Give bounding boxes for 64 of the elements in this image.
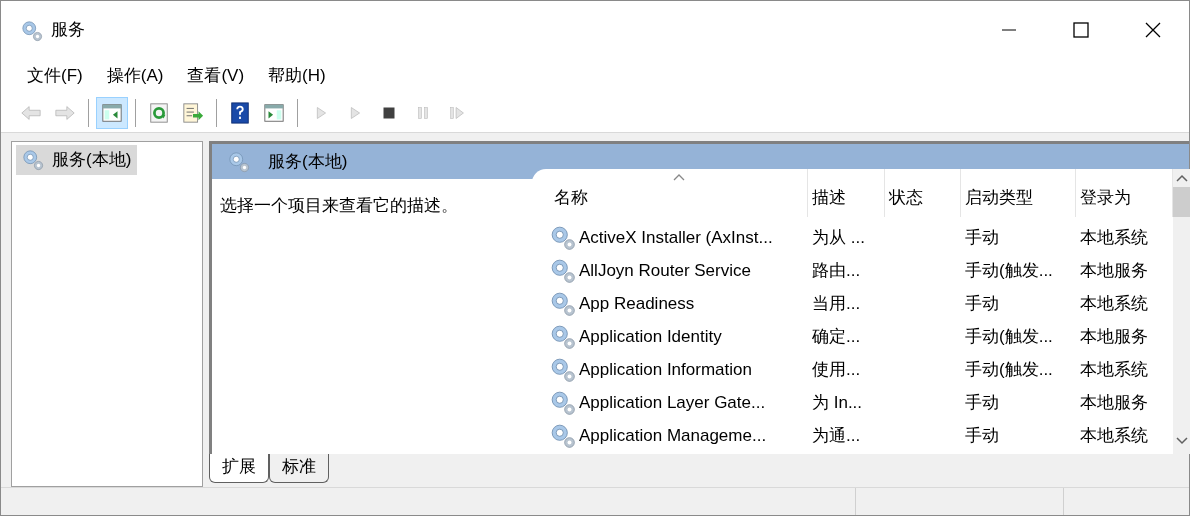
column-header[interactable]: 名称 (550, 169, 808, 217)
table-cell-text: 本地系统 (1080, 358, 1148, 381)
table-cell-text: 本地服务 (1080, 325, 1148, 348)
scroll-up-icon[interactable] (1175, 173, 1188, 183)
service-name: ActiveX Installer (AxInst... (579, 226, 773, 249)
menu-item[interactable]: 文件(F) (15, 63, 95, 89)
table-cell-text: 确定... (812, 325, 861, 348)
gears-icon (228, 151, 250, 174)
table-cell-text: 为从 ... (812, 226, 865, 249)
close-icon (1145, 22, 1161, 38)
service-name: Application Identity (579, 325, 722, 348)
view-tab[interactable]: 标准 (269, 454, 329, 484)
table-cell-text: 手动 (965, 226, 999, 249)
table-cell-text: 本地系统 (1080, 292, 1148, 315)
maximize-icon (1073, 22, 1089, 38)
export-list-icon (182, 101, 204, 124)
table-cell-text: 手动(触发... (965, 259, 1053, 282)
service-name: App Readiness (579, 292, 695, 315)
service-name: Application Layer Gate... (579, 391, 766, 414)
window-title: 服务 (51, 19, 85, 42)
table-cell-text: 手动 (965, 292, 999, 315)
table-cell-text: 本地服务 (1080, 259, 1148, 282)
menu-item[interactable]: 查看(V) (175, 63, 257, 89)
table-cell-text: 为 In... (812, 391, 863, 414)
gears-icon (550, 257, 576, 284)
gears-icon (550, 323, 576, 350)
table-cell-text: 手动 (965, 424, 999, 447)
menu-item[interactable]: 帮助(H) (256, 63, 338, 89)
scroll-down-icon[interactable] (1175, 436, 1188, 446)
menu-item[interactable]: 操作(A) (94, 63, 176, 89)
gears-icon (550, 290, 576, 317)
table-cell-text: 本地系统 (1080, 226, 1148, 249)
view-tab[interactable]: 扩展 (209, 454, 269, 484)
gears-icon (550, 422, 576, 449)
sort-ascending-icon (672, 173, 685, 181)
table-cell-text: 路由... (812, 259, 861, 282)
gears-icon (22, 148, 44, 171)
table-cell-text: 手动 (965, 391, 999, 414)
table-cell-text: 手动(触发... (965, 325, 1053, 348)
window-pane-icon (101, 101, 123, 124)
column-header[interactable]: 状态 (885, 169, 961, 217)
scroll-thumb[interactable] (1173, 187, 1190, 217)
pane-title: 服务(本地) (268, 150, 348, 173)
service-name: AllJoyn Router Service (579, 259, 751, 282)
table-cell-text: 当用... (812, 292, 861, 315)
window-pane-icon (263, 101, 285, 124)
description-text: 选择一个项目来查看它的描述。 (219, 195, 459, 217)
help-icon (229, 101, 251, 124)
gears-icon (21, 19, 43, 42)
scrollbar[interactable] (1173, 169, 1190, 454)
refresh-icon (148, 101, 170, 124)
table-cell-text: 手动(触发... (965, 358, 1053, 381)
service-name: Application Manageme... (579, 424, 767, 447)
gears-icon (550, 356, 576, 383)
column-header[interactable]: 启动类型 (961, 169, 1076, 217)
table-cell-text: 本地服务 (1080, 391, 1148, 414)
gears-icon (550, 224, 576, 251)
tree-item[interactable]: 服务(本地) (16, 145, 138, 175)
table-cell-text: 本地系统 (1080, 424, 1148, 447)
column-header[interactable]: 描述 (808, 169, 885, 217)
gears-icon (550, 389, 576, 416)
service-name: Application Information (579, 358, 752, 381)
table-cell-text: 为通... (812, 424, 861, 447)
table-cell-text: 使用... (812, 358, 861, 381)
